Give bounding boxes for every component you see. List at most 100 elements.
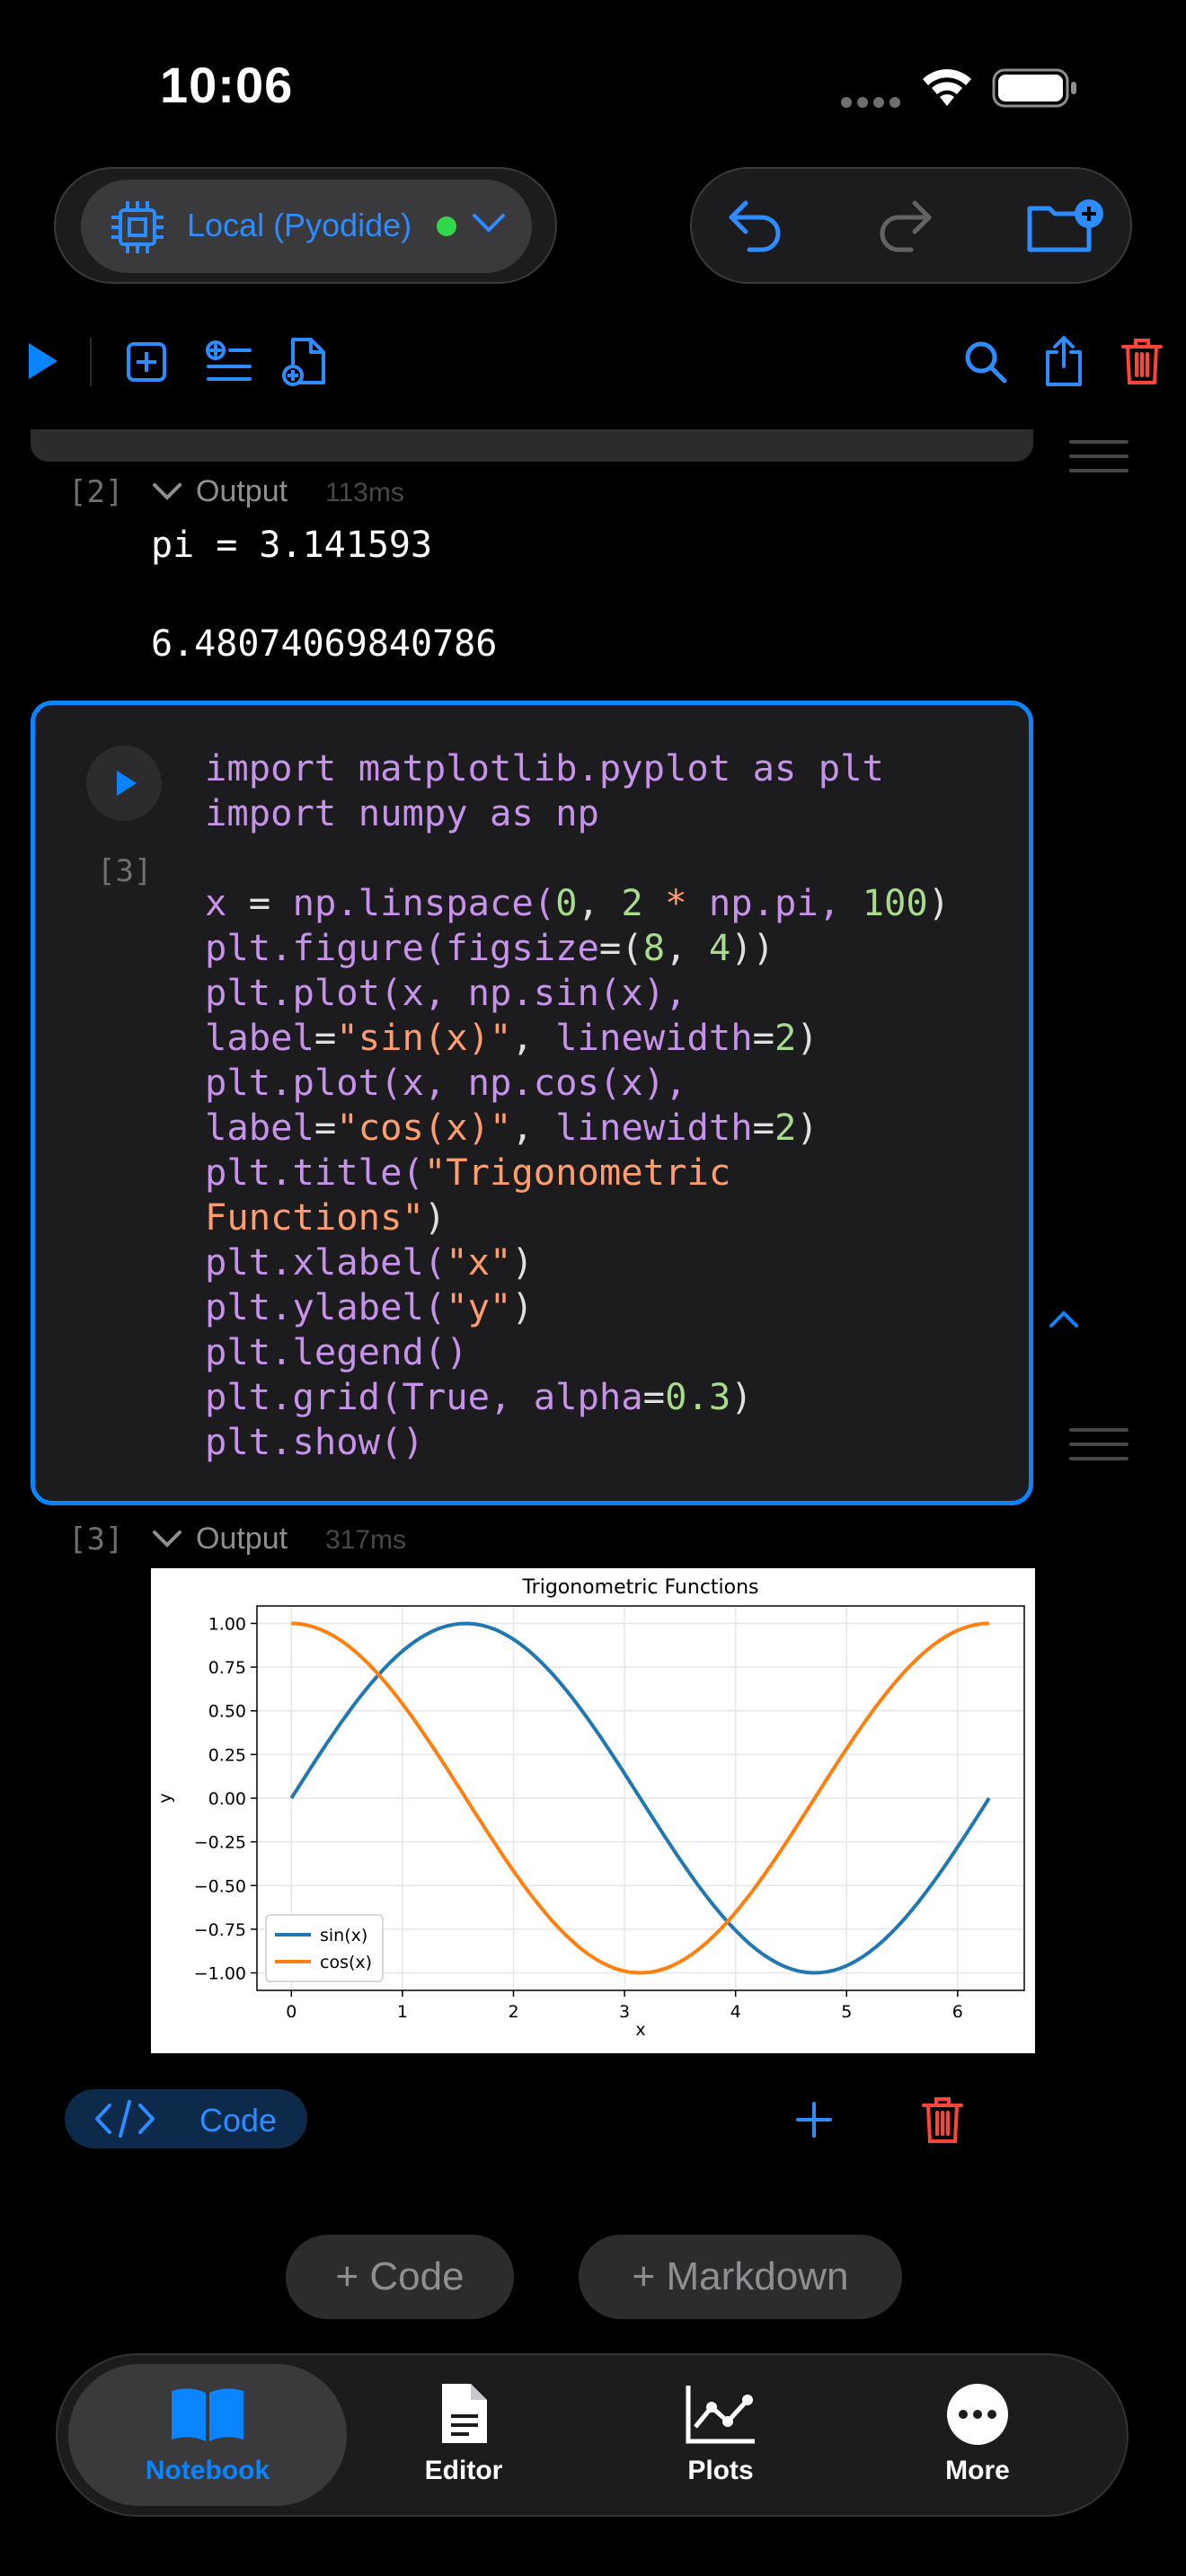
code-token: plt.legend() (205, 1330, 468, 1373)
code-token: plt.title( (205, 1151, 424, 1194)
code-token: "Trigonometric (423, 1151, 731, 1194)
plus-icon[interactable] (792, 2098, 836, 2146)
cpu-icon (108, 198, 167, 261)
code-token: "cos(x)" (336, 1106, 512, 1149)
drag-handle-icon[interactable] (1069, 440, 1128, 483)
code-token: ) (927, 881, 951, 924)
code-token: , (577, 881, 622, 924)
output-label: Output (196, 474, 288, 508)
code-line: x = np.linspace(0, 2 * np.pi, 100) (205, 880, 950, 925)
y-axis-label: y (155, 1793, 175, 1803)
x-tick-label: 5 (841, 2002, 852, 2022)
status-time: 10:06 (160, 57, 294, 113)
trash-icon[interactable] (922, 2095, 963, 2149)
x-tick-label: 0 (286, 2002, 296, 2022)
folder-add-icon[interactable] (1026, 196, 1109, 260)
code-line: plt.ylabel("y") (205, 1284, 534, 1329)
chevron-down-icon[interactable] (151, 481, 183, 507)
code-line: plt.figure(figsize=(8, 4)) (205, 925, 774, 970)
add-cell-icon[interactable] (126, 341, 167, 387)
play-icon (117, 771, 137, 796)
code-line: plt.legend() (205, 1329, 468, 1374)
code-token: * (665, 881, 709, 924)
code-token: ) (796, 1016, 819, 1059)
code-token: "y" (446, 1285, 512, 1328)
code-token: = (248, 881, 293, 924)
tab-notebook[interactable]: Notebook (91, 2386, 324, 2502)
run-all-icon[interactable] (25, 341, 61, 385)
redo-icon[interactable] (875, 196, 936, 260)
ellipsis-icon (947, 2384, 1008, 2445)
code-token: x (205, 881, 249, 924)
tab-label: More (945, 2456, 1010, 2485)
output-line: pi = 3.141593 (151, 525, 433, 566)
plot-output: 0 1 2 3 4 5 6 1.00 0.75 0.50 0.25 0.00 −0.25 −0.50 −0.… (151, 1568, 1035, 2053)
code-token: 4 (708, 926, 731, 969)
code-token: 100 (862, 881, 928, 924)
chart-title: Trigonometric Functions (521, 1576, 758, 1599)
cell-exec-count: [3] (97, 853, 153, 889)
code-token: "sin(x)" (336, 1016, 512, 1059)
share-icon[interactable] (1042, 334, 1085, 393)
add-list-icon[interactable] (205, 340, 253, 389)
code-token: )) (730, 926, 775, 969)
add-markdown-button[interactable]: + Markdown (579, 2235, 902, 2319)
signal-icon (839, 95, 902, 114)
chevron-down-icon[interactable] (151, 1529, 183, 1555)
run-cell-button[interactable] (86, 745, 162, 821)
code-token: 2 (621, 881, 666, 924)
code-token: , (511, 1106, 556, 1149)
code-token: ) (730, 1375, 753, 1418)
chevron-up-icon[interactable] (1048, 1308, 1080, 1334)
y-tick-label: 0.75 (208, 1658, 246, 1678)
tab-more[interactable]: More (861, 2382, 1094, 2502)
wifi-icon (920, 66, 974, 112)
trash-icon[interactable] (1121, 336, 1163, 391)
chart-icon (686, 2386, 755, 2444)
code-line: label="cos(x)", linewidth=2) (205, 1105, 819, 1150)
chevron-down-icon (471, 212, 507, 240)
code-token: plt.xlabel( (205, 1240, 447, 1284)
code-token: 2 (774, 1016, 797, 1059)
cell-type-label: Code (199, 2102, 278, 2139)
tab-label: Editor (424, 2456, 503, 2485)
code-token: 2 (774, 1106, 797, 1149)
output-time: 317ms (325, 1525, 407, 1555)
battery-icon (992, 68, 1078, 112)
legend-label: cos(x) (320, 1953, 372, 1972)
output-exec-count: [2] (68, 474, 124, 510)
code-token: linewidth (555, 1106, 753, 1149)
y-tick-label: 0.00 (208, 1789, 246, 1809)
code-token: ) (511, 1285, 534, 1328)
code-token: =( (598, 926, 643, 969)
previous-cell-edge (31, 429, 1033, 462)
search-icon[interactable] (963, 340, 1008, 389)
book-icon (172, 2388, 243, 2441)
code-line: Functions") (205, 1195, 446, 1239)
add-document-icon[interactable] (282, 336, 329, 393)
code-token: plt.grid(True, alpha (205, 1375, 643, 1418)
code-token: 0.3 (665, 1375, 731, 1418)
tab-plots[interactable]: Plots (604, 2382, 837, 2502)
code-token: = (752, 1016, 775, 1059)
x-tick-label: 2 (508, 2002, 518, 2022)
trig-chart: 0 1 2 3 4 5 6 1.00 0.75 0.50 0.25 0.00 −0.25 −0.50 −0.… (155, 1576, 1025, 2040)
y-tick-label: −0.75 (194, 1920, 246, 1940)
add-code-button[interactable]: + Code (286, 2235, 514, 2319)
undo-icon[interactable] (724, 196, 785, 260)
output-exec-count: [3] (68, 1522, 124, 1557)
toolbar-divider (90, 338, 92, 386)
code-token: = (314, 1016, 337, 1059)
document-icon (442, 2384, 487, 2443)
code-token: Functions" (205, 1195, 424, 1239)
code-token: 8 (642, 926, 666, 969)
code-token: import (205, 791, 358, 834)
code-line: plt.plot(x, np.sin(x), (205, 970, 686, 1015)
drag-handle-icon[interactable] (1069, 1428, 1128, 1471)
output-time: 113ms (325, 478, 404, 507)
legend-label: sin(x) (320, 1926, 367, 1945)
tab-editor[interactable]: Editor (347, 2382, 580, 2502)
y-tick-label: 0.25 (208, 1745, 246, 1765)
code-token: matplotlib.pyplot (358, 746, 753, 790)
code-line: plt.grid(True, alpha=0.3) (205, 1374, 753, 1419)
